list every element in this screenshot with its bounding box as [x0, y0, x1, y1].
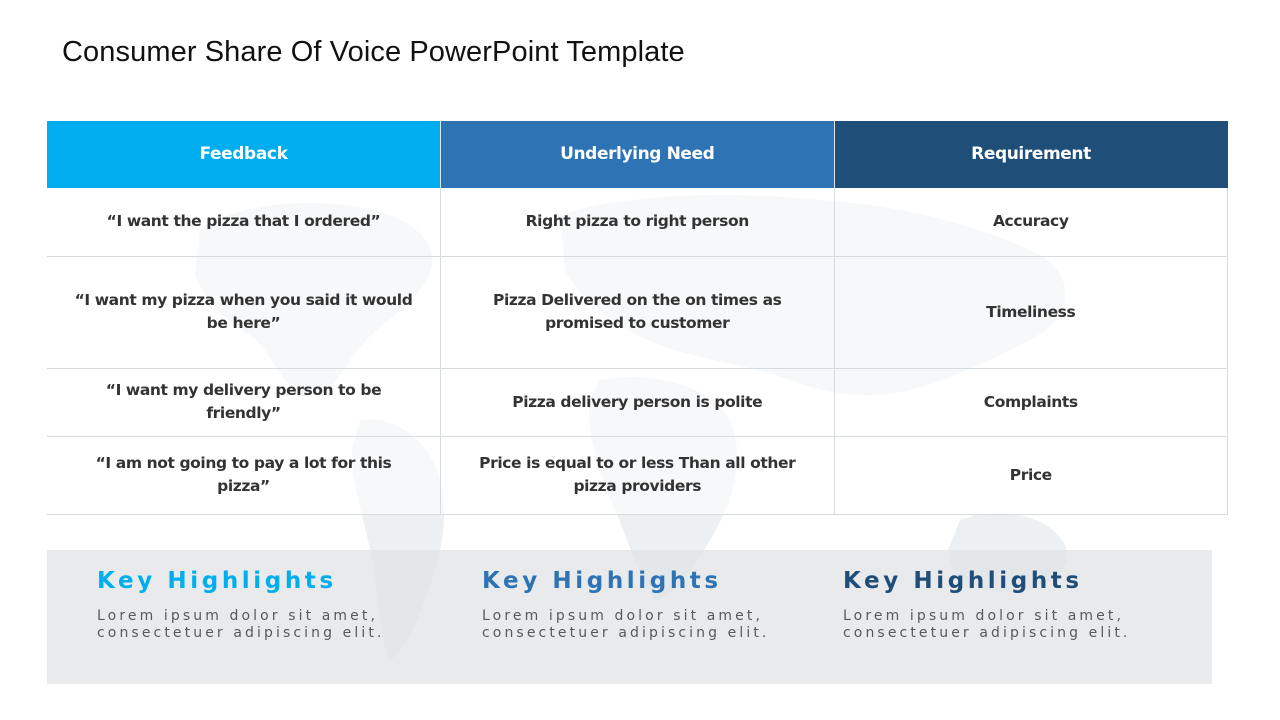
highlight-text: Lorem ipsum dolor sit amet, consectetuer… [97, 608, 385, 641]
requirement-cell: Timeliness [834, 256, 1228, 369]
table-header-row: Feedback Underlying Need Requirement [47, 121, 1228, 188]
need-cell: Pizza delivery person is polite [440, 368, 835, 437]
feedback-cell: “I want my delivery person to be friendl… [47, 368, 441, 437]
header-requirement: Requirement [834, 121, 1228, 188]
highlight-title: Key Highlights [97, 568, 337, 594]
share-of-voice-table: Feedback Underlying Need Requirement “I … [47, 121, 1228, 515]
highlight-block: Key Highlights Lorem ipsum dolor sit ame… [482, 568, 769, 642]
requirement-cell: Complaints [834, 368, 1228, 437]
header-feedback: Feedback [47, 121, 441, 188]
key-highlights-panel: Key Highlights Lorem ipsum dolor sit ame… [47, 550, 1212, 684]
highlight-text: Lorem ipsum dolor sit amet, consectetuer… [843, 608, 1131, 641]
feedback-cell: “I am not going to pay a lot for this pi… [47, 436, 441, 515]
slide-title: Consumer Share Of Voice PowerPoint Templ… [62, 36, 685, 68]
need-cell: Right pizza to right person [440, 188, 835, 257]
header-underlying-need: Underlying Need [440, 121, 835, 188]
table-row: “I want my pizza when you said it would … [47, 256, 1228, 369]
requirement-cell: Accuracy [834, 188, 1228, 257]
highlight-block: Key Highlights Lorem ipsum dolor sit ame… [843, 568, 1130, 642]
need-cell: Pizza Delivered on the on times as promi… [440, 256, 835, 369]
table-row: “I want my delivery person to be friendl… [47, 368, 1228, 437]
requirement-cell: Price [834, 436, 1228, 515]
feedback-cell: “I want my pizza when you said it would … [47, 256, 441, 369]
highlight-title: Key Highlights [482, 568, 722, 594]
table-row: “I am not going to pay a lot for this pi… [47, 436, 1228, 515]
highlight-text: Lorem ipsum dolor sit amet, consectetuer… [482, 608, 770, 641]
need-cell: Price is equal to or less Than all other… [440, 436, 835, 515]
highlight-block: Key Highlights Lorem ipsum dolor sit ame… [97, 568, 384, 642]
feedback-cell: “I want the pizza that I ordered” [47, 188, 441, 257]
table-row: “I want the pizza that I ordered” Right … [47, 188, 1228, 257]
highlight-title: Key Highlights [843, 568, 1083, 594]
